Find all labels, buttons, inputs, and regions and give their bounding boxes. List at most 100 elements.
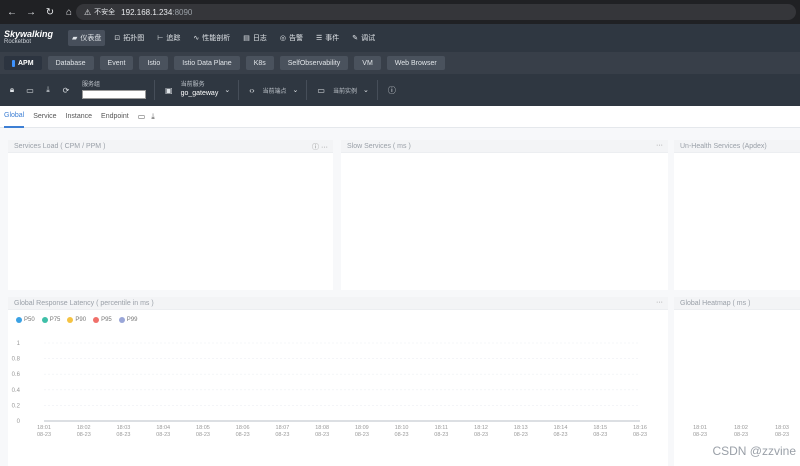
x-tick-date: 08-23	[633, 432, 647, 438]
nav-alarm[interactable]: ◎ 告警	[276, 30, 307, 46]
heatmap-x-tick-time: 18:01	[693, 425, 707, 431]
service-group-label: 服务组	[82, 81, 101, 88]
x-tick-time: 18:11	[435, 425, 448, 431]
layer-tab-k8s[interactable]: K8s	[245, 56, 274, 70]
x-tick-date: 08-23	[156, 432, 170, 438]
chevron-down-icon: ⌄	[363, 87, 369, 94]
layer-tab-database[interactable]: Database	[47, 56, 94, 70]
chevron-down-icon: ⌄	[292, 87, 299, 94]
x-tick-date: 08-23	[275, 432, 289, 438]
layer-tab-istio-data-plane[interactable]: Istio Data Plane	[174, 56, 240, 70]
dashboard-icon: ▰	[72, 35, 78, 42]
refresh-icon[interactable]: ⟳	[60, 86, 72, 95]
address-bar[interactable]: ⚠ 不安全 192.168.1.234:8090	[76, 4, 796, 20]
logo[interactable]: Skywalking Rocketbot	[0, 30, 60, 46]
home-icon[interactable]: ⌂	[62, 5, 76, 19]
x-tick-date: 08-23	[553, 432, 567, 438]
divider	[238, 80, 240, 100]
info-icon: ⓘ	[387, 85, 396, 95]
x-tick-time: 18:08	[315, 425, 329, 431]
x-tick-time: 18:14	[554, 425, 568, 431]
folder-icon[interactable]: ▭	[24, 86, 36, 95]
alarm-icon: ◎	[279, 35, 286, 42]
x-tick-time: 18:01	[37, 425, 51, 431]
warning-icon: ⚠	[84, 7, 92, 17]
layer-tab-istio[interactable]: Istio	[139, 56, 169, 70]
monitor-icon: ▭	[317, 85, 325, 95]
nav-debug[interactable]: ✎ 调试	[348, 30, 379, 46]
latency-chart: 10.80.60.40.2018:0108-2318:0208-2318:030…	[12, 341, 789, 438]
x-tick-date: 08-23	[474, 432, 488, 438]
x-tick-time: 18:12	[474, 425, 488, 431]
x-tick-time: 18:13	[514, 425, 528, 431]
folder-icon[interactable]: ▭	[138, 112, 146, 121]
layer-tab-vm[interactable]: VM	[354, 56, 381, 70]
endpoint-selector[interactable]: ‹› 当前端点 ⌄	[249, 86, 298, 95]
x-tick-date: 08-23	[315, 432, 329, 438]
x-tick-date: 08-23	[236, 432, 250, 438]
tab-instance[interactable]: Instance	[66, 106, 92, 128]
nav-log[interactable]: ▤ 日志	[239, 30, 271, 46]
watermark: CSDN @zzvine	[712, 444, 796, 458]
service-selector[interactable]: ▣ 当前服务 go_gateway ⌄	[165, 82, 230, 98]
tab-global[interactable]: Global	[4, 106, 25, 128]
top-nav: ▰ 仪表盘 ⊡ 拓扑图 ⊢ 追踪 ∿ 性能剖析 ▤ 日志 ◎ 告警 ☰ 事件 ✎ 调试	[68, 30, 384, 46]
heatmap-x-tick-date: 08-23	[775, 432, 789, 438]
insecure-label: 不安全	[94, 9, 116, 16]
x-tick-date: 08-23	[77, 432, 91, 438]
nav-event[interactable]: ☰ 事件	[312, 30, 343, 46]
nav-dashboard[interactable]: ▰ 仪表盘	[68, 30, 106, 46]
x-tick-time: 18:06	[236, 425, 250, 431]
nav-topology[interactable]: ⊡ 拓扑图	[110, 30, 148, 46]
x-tick-time: 18:05	[196, 425, 210, 431]
info-button[interactable]: ⓘ	[388, 85, 404, 96]
debug-icon: ✎	[352, 35, 359, 42]
active-marker-icon	[12, 59, 15, 67]
back-icon[interactable]: ←	[5, 5, 19, 19]
x-tick-time: 18:03	[117, 425, 131, 431]
service-label: 当前服务	[180, 82, 205, 88]
x-tick-time: 18:09	[355, 425, 369, 431]
server-icon: ▣	[165, 85, 173, 95]
lock-icon[interactable]: 🔒︎	[6, 85, 18, 95]
nav-profile[interactable]: ∿ 性能剖析	[189, 30, 234, 46]
x-tick-date: 08-23	[196, 432, 210, 438]
log-icon: ▤	[243, 35, 250, 42]
download-icon[interactable]: ⤓	[42, 85, 54, 95]
y-tick-label: 1	[17, 341, 21, 347]
layer-tab-event[interactable]: Event	[99, 56, 134, 70]
download-icon[interactable]: ⤓	[151, 112, 155, 122]
security-indicator[interactable]: ⚠ 不安全	[84, 7, 115, 17]
x-tick-time: 18:15	[593, 425, 607, 431]
tab-endpoint[interactable]: Endpoint	[101, 106, 129, 128]
instance-selector[interactable]: ▭ 当前实例 ⌄	[317, 86, 368, 95]
x-tick-time: 18:16	[633, 425, 647, 431]
y-tick-label: 0.2	[12, 403, 21, 409]
service-group-input[interactable]	[82, 89, 146, 99]
service-value: go_gateway	[180, 90, 219, 97]
layer-tab-selfobservability[interactable]: SelfObservability	[279, 56, 349, 70]
layer-tab-web-browser[interactable]: Web Browser	[386, 56, 445, 70]
layer-tab-apm[interactable]: APM	[4, 56, 42, 70]
dashboard-tabs: Global Service Instance Endpoint ▭ ⤓	[0, 106, 800, 128]
service-group-selector[interactable]: 服务组	[82, 82, 146, 99]
x-tick-date: 08-23	[395, 432, 409, 438]
y-tick-label: 0	[17, 419, 21, 425]
browser-toolbar: ← → ↻ ⌂ ⚠ 不安全 192.168.1.234:8090	[0, 0, 800, 24]
dashboard-content: Services Load ( CPM / PPM ) ⓘ ··· Slow S…	[0, 128, 800, 466]
nav-trace[interactable]: ⊢ 追踪	[153, 30, 184, 46]
chevron-down-icon: ⌄	[224, 87, 231, 94]
forward-icon[interactable]: →	[24, 5, 38, 19]
x-tick-date: 08-23	[37, 432, 51, 438]
tab-service[interactable]: Service	[33, 106, 56, 128]
instance-label: 当前实例	[332, 88, 357, 95]
x-tick-time: 18:07	[276, 425, 290, 431]
y-tick-label: 0.8	[12, 357, 21, 363]
heatmap-x-tick-date: 08-23	[693, 432, 707, 438]
divider	[154, 80, 155, 100]
app-header: Skywalking Rocketbot ▰ 仪表盘 ⊡ 拓扑图 ⊢ 追踪 ∿ 性能剖析…	[0, 24, 800, 52]
url-port: :8090	[172, 7, 193, 17]
event-icon: ☰	[315, 35, 323, 42]
y-tick-label: 0.6	[12, 372, 21, 378]
reload-icon[interactable]: ↻	[43, 5, 57, 19]
